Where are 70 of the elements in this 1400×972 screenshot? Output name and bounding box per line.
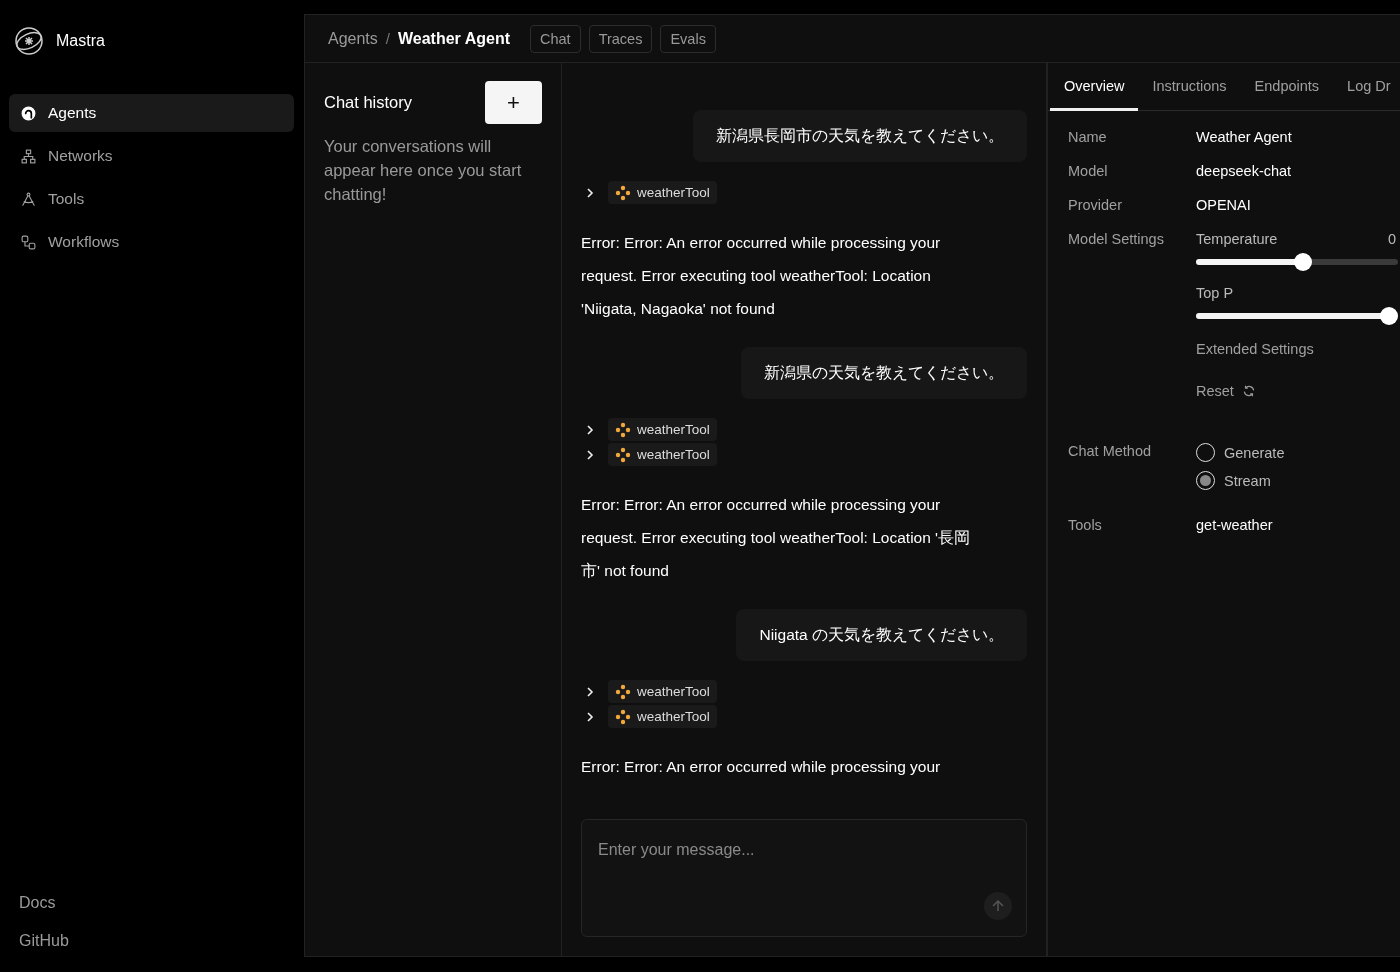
field-value: deepseek-chat <box>1196 163 1293 179</box>
assistant-message: Error: Error: An error occurred while processing your <box>581 757 942 777</box>
chat-history-title: Chat history <box>324 93 413 112</box>
footer-link[interactable]: GitHub <box>9 932 69 950</box>
slider[interactable] <box>1196 307 1398 325</box>
radio-option[interactable]: Stream <box>1196 471 1400 490</box>
field-label: Tools <box>1068 517 1103 533</box>
empty-history-text: Your conversations will appear here once you start chatting! <box>324 136 523 205</box>
header-tab[interactable]: Evals <box>660 24 716 53</box>
refresh-icon <box>1241 384 1256 398</box>
details-tab[interactable]: Instructions <box>1138 63 1241 111</box>
header-tab[interactable]: Chat <box>530 24 581 53</box>
tool-icon <box>615 421 631 438</box>
field-label: Model Settings <box>1068 231 1165 249</box>
radio-option[interactable]: Generate <box>1196 443 1400 462</box>
footer-link[interactable]: Docs <box>9 894 56 912</box>
user-message: Niigata の天気を教えてください。 <box>736 609 1027 661</box>
field-label: Chat Method <box>1068 443 1153 461</box>
slider-thumb[interactable] <box>1293 253 1312 271</box>
chevron-icon[interactable] <box>584 423 596 436</box>
details-tab[interactable]: Endpoints <box>1240 63 1334 111</box>
logo-icon <box>14 26 44 56</box>
chevron-icon[interactable] <box>584 186 596 199</box>
compass-icon <box>20 190 37 208</box>
slider-value: 0 <box>1387 231 1396 247</box>
breadcrumb-link[interactable]: Agents <box>328 29 378 48</box>
assistant-message: Error: Error: An error occurred while processing your request. Error executing tool weatherTool: Location 'Niigata, Nagaoka' not found <box>581 233 942 319</box>
tool-icon <box>615 708 631 725</box>
network-icon <box>20 147 37 165</box>
workflow-icon <box>20 233 37 251</box>
sidebar-item[interactable]: Tools <box>9 180 294 218</box>
tool-call-chip[interactable]: weatherTool <box>608 181 717 204</box>
header-tab[interactable]: Traces <box>588 24 653 53</box>
sidebar-item[interactable]: Networks <box>9 137 294 175</box>
globe-icon <box>20 104 37 122</box>
details-tab[interactable]: Log Dr <box>1333 63 1400 111</box>
user-message: 新潟県の天気を教えてください。 <box>741 347 1027 399</box>
slider-thumb[interactable] <box>1380 307 1398 325</box>
slider[interactable] <box>1196 253 1398 271</box>
field-label: Name <box>1068 129 1108 145</box>
arrow-up-icon <box>991 899 1005 913</box>
tool-call-chip[interactable]: weatherTool <box>608 418 717 441</box>
field-value: get-weather <box>1196 517 1274 533</box>
field-value: Weather Agent <box>1196 129 1293 145</box>
tool-call-chip[interactable]: weatherTool <box>608 680 717 703</box>
field-value: OPENAI <box>1196 197 1252 213</box>
tool-icon <box>615 683 631 700</box>
chevron-icon[interactable] <box>584 448 596 461</box>
extended-settings-toggle[interactable]: Extended Settings <box>1196 341 1400 357</box>
sidebar-item[interactable]: Workflows <box>9 223 294 261</box>
field-label: Provider <box>1068 197 1123 213</box>
user-message: 新潟県長岡市の天気を教えてください。 <box>693 110 1027 162</box>
new-chat-button[interactable]: + <box>485 81 542 124</box>
assistant-message: Error: Error: An error occurred while processing your request. Error executing tool weatherTool: Location '長岡市' not found <box>581 495 972 581</box>
chevron-icon[interactable] <box>584 685 596 698</box>
tool-call-chip[interactable]: weatherTool <box>608 705 717 728</box>
brand-name: Mastra <box>56 32 105 50</box>
tool-call-chip[interactable]: weatherTool <box>608 443 717 466</box>
message-input[interactable]: Enter your message... <box>596 840 1012 860</box>
breadcrumb-link[interactable]: Weather Agent <box>398 29 510 48</box>
slider-label: Temperature <box>1196 231 1278 247</box>
tool-icon <box>615 446 631 463</box>
sidebar-item[interactable]: Agents <box>9 94 294 132</box>
chevron-icon[interactable] <box>584 710 596 723</box>
tool-icon <box>615 184 631 201</box>
breadcrumb-separator: / <box>385 30 390 47</box>
reset-button[interactable]: Reset <box>1196 383 1256 399</box>
details-tab[interactable]: Overview <box>1050 63 1139 111</box>
field-label: Model <box>1068 163 1109 179</box>
slider-label: Top P <box>1196 285 1234 301</box>
